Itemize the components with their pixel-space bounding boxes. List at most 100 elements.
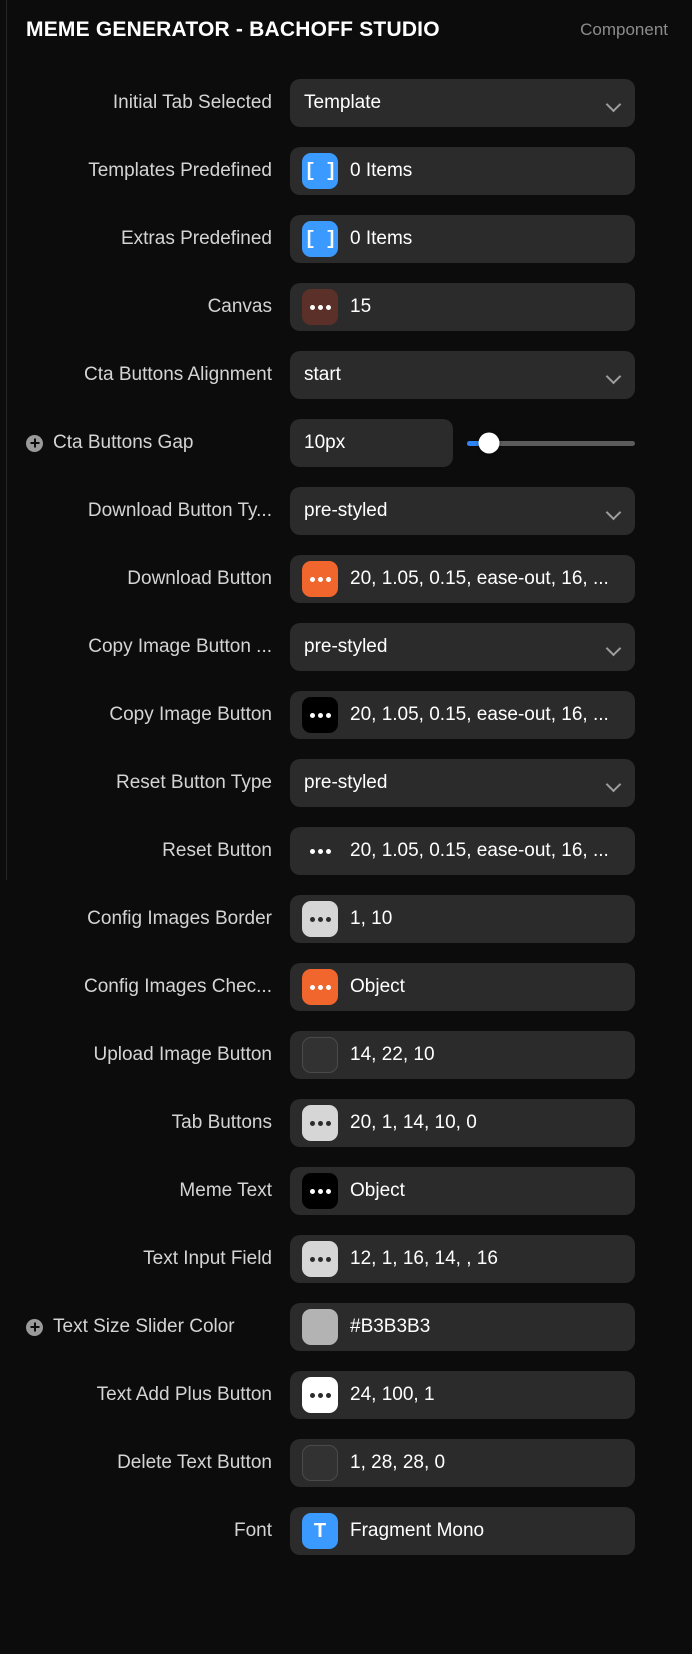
swatch-dot — [309, 576, 315, 582]
add-variable-plus-icon[interactable] — [26, 434, 43, 452]
property-row-copy-image-button: Copy Image Button 20, 1.05, 0.15, ease-ou… — [0, 681, 692, 749]
add-variable-plus-icon[interactable] — [26, 1318, 43, 1336]
value-field-templates-predefined[interactable]: [ ] 0 Items — [290, 147, 635, 195]
swatch-dot — [317, 1188, 323, 1194]
field-value-delete-text-button: 1, 28, 28, 0 — [350, 1452, 446, 1473]
three-dots-icon[interactable] — [302, 1173, 338, 1209]
property-label-cell: Extras Predefined — [0, 228, 290, 250]
field-value-reset-button: 20, 1.05, 0.15, ease-out, 16, ... — [350, 840, 609, 861]
empty-swatch-icon[interactable] — [302, 1037, 338, 1073]
value-field-config-images-chec[interactable]: Object — [290, 963, 635, 1011]
select-copy-image-button[interactable]: pre-styled — [290, 623, 635, 671]
empty-swatch-icon[interactable] — [302, 1445, 338, 1481]
chevron-down-icon[interactable] — [607, 779, 621, 788]
select-initial-tab-selected[interactable]: Template — [290, 79, 635, 127]
three-dots-icon[interactable] — [302, 1377, 338, 1413]
property-row-config-images-chec: Config Images Chec... Object — [0, 953, 692, 1021]
property-label-cta-buttons-alignment: Cta Buttons Alignment — [84, 364, 272, 385]
slider-cta-buttons-gap[interactable] — [467, 419, 635, 467]
property-label-cell: Reset Button — [0, 840, 290, 862]
property-control-cell: 20, 1, 14, 10, 0 — [290, 1099, 692, 1147]
select-value-cta-buttons-alignment: start — [304, 364, 341, 385]
slider-knob[interactable] — [478, 432, 500, 454]
property-row-delete-text-button: Delete Text Button 1, 28, 28, 0 — [0, 1429, 692, 1497]
swatch-dot — [309, 1188, 315, 1194]
field-value-copy-image-button: 20, 1.05, 0.15, ease-out, 16, ... — [350, 704, 609, 725]
value-field-text-input-field[interactable]: 12, 1, 16, 14, , 16 — [290, 1235, 635, 1283]
property-label-cell: Canvas — [0, 296, 290, 318]
swatch-dot — [309, 984, 315, 990]
property-control-cell: 14, 22, 10 — [290, 1031, 692, 1079]
property-rows: Initial Tab Selected Template Templates Pr… — [0, 60, 692, 1565]
property-label-text-add-plus-button: Text Add Plus Button — [96, 1384, 272, 1405]
swatch-dot — [325, 1256, 331, 1262]
select-reset-button-type[interactable]: pre-styled — [290, 759, 635, 807]
property-control-cell: 24, 100, 1 — [290, 1371, 692, 1419]
property-row-reset-button-type: Reset Button Type pre-styled — [0, 749, 692, 817]
field-value-text-input-field: 12, 1, 16, 14, , 16 — [350, 1248, 498, 1269]
swatch-dot — [309, 1392, 315, 1398]
property-label-cell: Initial Tab Selected — [0, 92, 290, 114]
three-dots-icon[interactable] — [302, 1105, 338, 1141]
swatch-dot — [317, 1256, 323, 1262]
property-control-cell: 10px — [290, 419, 692, 467]
font-t-icon[interactable]: T — [302, 1513, 338, 1549]
array-brackets-icon[interactable]: [ ] — [302, 153, 338, 189]
field-value-font: Fragment Mono — [350, 1520, 485, 1541]
three-dots-icon[interactable] — [302, 901, 338, 937]
property-row-text-input-field: Text Input Field 12, 1, 16, 14, , 16 — [0, 1225, 692, 1293]
property-label-reset-button: Reset Button — [162, 840, 272, 861]
property-control-cell: T Fragment Mono — [290, 1507, 692, 1555]
chevron-down-icon[interactable] — [607, 643, 621, 652]
three-dots-icon[interactable] — [302, 289, 338, 325]
value-field-extras-predefined[interactable]: [ ] 0 Items — [290, 215, 635, 263]
value-field-copy-image-button[interactable]: 20, 1.05, 0.15, ease-out, 16, ... — [290, 691, 635, 739]
property-row-text-add-plus-button: Text Add Plus Button 24, 100, 1 — [0, 1361, 692, 1429]
three-dots-icon[interactable] — [302, 969, 338, 1005]
property-label-cta-buttons-gap: Cta Buttons Gap — [53, 432, 194, 453]
property-control-cell: pre-styled — [290, 759, 692, 807]
value-field-text-size-slider-color[interactable]: #B3B3B3 — [290, 1303, 635, 1351]
value-field-config-images-border[interactable]: 1, 10 — [290, 895, 635, 943]
chevron-down-icon[interactable] — [607, 371, 621, 380]
value-field-delete-text-button[interactable]: 1, 28, 28, 0 — [290, 1439, 635, 1487]
chevron-down-icon[interactable] — [607, 99, 621, 108]
slider-track[interactable] — [467, 432, 635, 454]
font-t-glyph: T — [313, 1520, 327, 1542]
property-label-config-images-border: Config Images Border — [87, 908, 272, 929]
swatch-dot — [325, 1188, 331, 1194]
select-value-initial-tab-selected: Template — [304, 92, 382, 113]
three-dots-icon[interactable] — [302, 833, 338, 869]
swatch-dot — [325, 576, 331, 582]
select-value-reset-button-type: pre-styled — [304, 772, 388, 793]
property-label-cell: Cta Buttons Alignment — [0, 364, 290, 386]
value-field-upload-image-button[interactable]: 14, 22, 10 — [290, 1031, 635, 1079]
three-dots-icon[interactable] — [302, 697, 338, 733]
property-label-initial-tab-selected: Initial Tab Selected — [112, 92, 272, 113]
value-field-text-add-plus-button[interactable]: 24, 100, 1 — [290, 1371, 635, 1419]
property-control-cell: 20, 1.05, 0.15, ease-out, 16, ... — [290, 555, 692, 603]
swatch-dot — [325, 304, 331, 310]
three-dots-icon[interactable] — [302, 561, 338, 597]
value-field-meme-text[interactable]: Object — [290, 1167, 635, 1215]
property-row-cta-buttons-alignment: Cta Buttons Alignment start — [0, 341, 692, 409]
value-field-font[interactable]: T Fragment Mono — [290, 1507, 635, 1555]
three-dots-icon[interactable] — [302, 1241, 338, 1277]
chevron-down-icon[interactable] — [607, 507, 621, 516]
property-label-text-size-slider-color: Text Size Slider Color — [53, 1316, 235, 1337]
select-download-button-ty[interactable]: pre-styled — [290, 487, 635, 535]
array-brackets-icon[interactable]: [ ] — [302, 221, 338, 257]
value-field-tab-buttons[interactable]: 20, 1, 14, 10, 0 — [290, 1099, 635, 1147]
swatch-dot — [309, 304, 315, 310]
page-title: MEME GENERATOR - BACHOFF STUDIO — [26, 18, 440, 41]
swatch-dot — [317, 1120, 323, 1126]
number-input-cta-buttons-gap[interactable]: 10px — [290, 419, 453, 467]
select-cta-buttons-alignment[interactable]: start — [290, 351, 635, 399]
color-swatch-icon[interactable] — [302, 1309, 338, 1345]
value-field-download-button[interactable]: 20, 1.05, 0.15, ease-out, 16, ... — [290, 555, 635, 603]
property-label-cell: Config Images Border — [0, 908, 290, 930]
property-label-cell: Meme Text — [0, 1180, 290, 1202]
value-field-canvas[interactable]: 15 — [290, 283, 635, 331]
swatch-dot — [309, 848, 315, 854]
value-field-reset-button[interactable]: 20, 1.05, 0.15, ease-out, 16, ... — [290, 827, 635, 875]
